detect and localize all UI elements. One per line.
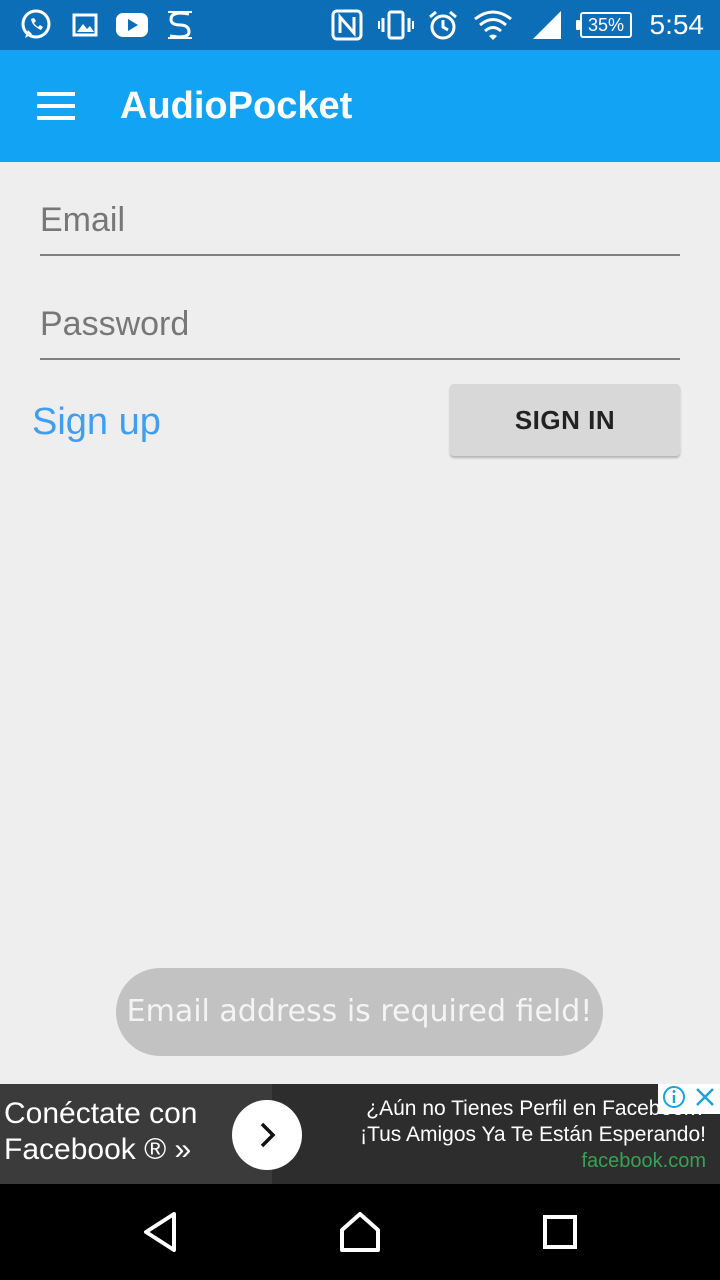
chevron-right-icon[interactable] <box>232 1100 302 1170</box>
ad-cta-line-1: Conéctate con <box>4 1097 198 1130</box>
alarm-icon <box>426 8 460 42</box>
app-title: AudioPocket <box>120 85 353 127</box>
info-icon[interactable] <box>662 1085 686 1114</box>
password-field-container <box>40 290 680 360</box>
error-toast: Email address is required field! <box>116 968 603 1056</box>
navigation-bar <box>0 1184 720 1280</box>
app-bar: AudioPocket <box>0 50 720 162</box>
ad-text-line-2: ¡Tus Amigos Ya Te Están Esperando! <box>360 1123 706 1146</box>
close-icon[interactable] <box>694 1086 716 1113</box>
sign-in-button[interactable]: SIGN IN <box>450 384 680 456</box>
password-input[interactable] <box>40 290 680 358</box>
email-field-container <box>40 186 680 256</box>
signal-icon <box>530 8 566 42</box>
whatsapp-icon <box>18 8 54 42</box>
wifi-icon <box>472 8 514 42</box>
youtube-icon <box>114 8 150 42</box>
ad-domain: facebook.com <box>581 1150 706 1172</box>
battery-icon: 35% <box>576 12 632 38</box>
nfc-icon <box>330 8 364 42</box>
ad-choices[interactable] <box>658 1084 720 1114</box>
s-app-icon <box>164 8 196 42</box>
home-icon[interactable] <box>330 1202 390 1262</box>
ad-cta-line-2: Facebook ® » <box>4 1133 192 1166</box>
status-time: 5:54 <box>649 9 705 40</box>
email-input[interactable] <box>40 186 680 254</box>
status-bar: 35% 5:54 <box>0 0 720 50</box>
hamburger-menu-icon[interactable] <box>26 76 86 136</box>
ad-text-line-1: ¿Aún no Tienes Perfil en Facebook? <box>366 1097 706 1120</box>
ad-text[interactable]: ¿Aún no Tienes Perfil en Facebook? ¡Tus … <box>360 1096 706 1174</box>
ad-cta-text[interactable]: Conéctate con Facebook ® » <box>4 1096 234 1168</box>
back-icon[interactable] <box>130 1202 190 1262</box>
vibrate-icon <box>378 8 414 42</box>
gallery-icon <box>70 8 100 42</box>
sign-up-link[interactable]: Sign up <box>32 396 161 448</box>
recents-icon[interactable] <box>530 1202 590 1262</box>
ad-banner[interactable]: Conéctate con Facebook ® » ¿Aún no Tiene… <box>0 1084 720 1184</box>
